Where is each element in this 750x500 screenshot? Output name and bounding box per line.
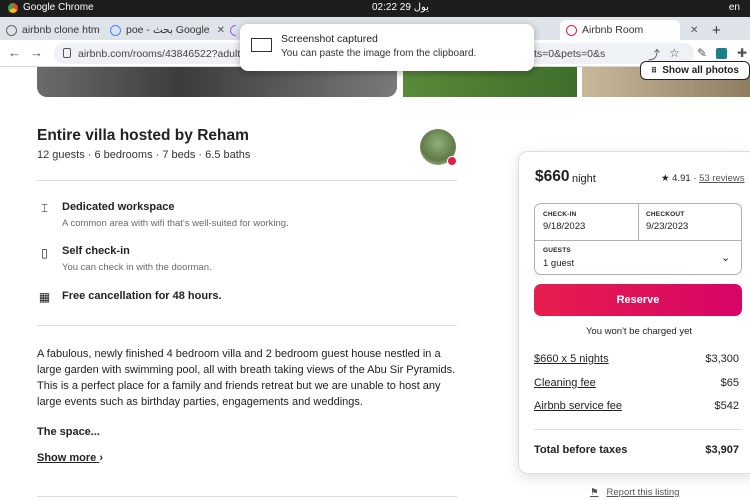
- reserve-button[interactable]: Reserve: [534, 284, 742, 316]
- divider: [37, 180, 457, 181]
- tab-close-active[interactable]: ✕: [682, 20, 700, 40]
- tab-poe[interactable]: [224, 20, 236, 40]
- checkin-label: CHECK-IN: [543, 211, 577, 218]
- listing-description: A fabulous, newly finished 4 bedroom vil…: [37, 346, 462, 410]
- notification-title: Screenshot captured: [281, 33, 378, 45]
- extension-icon[interactable]: [716, 48, 727, 59]
- desk-icon: ⌶: [40, 201, 49, 215]
- screenshot-notification: Screenshot captured You can paste the im…: [240, 24, 534, 71]
- cleaning-fee-link[interactable]: Cleaning fee: [534, 377, 596, 389]
- photo-2[interactable]: [403, 67, 577, 97]
- star-icon: ★: [661, 173, 670, 184]
- tab-label: poe - بحث Google: [126, 24, 210, 36]
- poe-icon: [230, 24, 236, 36]
- divider: [37, 496, 457, 497]
- grid-icon: ⠿: [651, 66, 658, 75]
- nightly-price: $660: [535, 168, 570, 185]
- host-avatar[interactable]: [420, 129, 457, 166]
- lock-icon: [63, 48, 71, 58]
- show-more-link[interactable]: Show more ›: [37, 452, 103, 464]
- service-fee-amount: $542: [714, 400, 739, 412]
- divider: [37, 325, 457, 326]
- report-label: Report this listing: [606, 487, 680, 498]
- checkout-value: 9/23/2023: [646, 221, 689, 232]
- star-icon[interactable]: ☆: [669, 46, 680, 60]
- airbnb-icon: [566, 24, 577, 36]
- report-listing-link[interactable]: ⚑ Report this listing: [590, 487, 679, 498]
- url-left: airbnb.com/rooms/43846522?adults=18: [78, 47, 264, 60]
- price-unit: night: [572, 173, 596, 185]
- pen-icon[interactable]: ✎: [697, 46, 707, 60]
- show-all-photos-button[interactable]: ⠿ Show all photos: [640, 61, 750, 80]
- nights-fee-amount: $3,300: [705, 353, 739, 365]
- show-all-photos-label: Show all photos: [662, 65, 739, 76]
- tab-label: Airbnb Room: [582, 24, 644, 36]
- checkin-field[interactable]: CHECK-IN 9/18/2023: [535, 204, 638, 240]
- total-label: Total before taxes: [534, 444, 628, 456]
- checkout-field[interactable]: CHECKOUT 9/23/2023: [639, 204, 742, 240]
- globe-icon: [6, 24, 17, 36]
- no-charge-note: You won't be charged yet: [585, 326, 693, 337]
- calendar-icon: ▦: [38, 289, 51, 304]
- door-icon: ▯: [41, 245, 48, 260]
- notification-message: You can paste the image from the clipboa…: [281, 48, 477, 59]
- listing-title: Entire villa hosted by Reham: [37, 127, 249, 144]
- amenity-desc-checkin: You can check in with the doorman.: [62, 262, 212, 273]
- screenshot-icon: [251, 38, 272, 52]
- clock: 02:22 29 يول: [372, 2, 429, 13]
- forward-arrow-icon[interactable]: →: [30, 45, 43, 60]
- active-app: Google Chrome: [8, 2, 94, 13]
- cleaning-fee-amount: $65: [720, 377, 739, 389]
- url-right: ts=0&pets=0&s: [534, 47, 606, 60]
- total-amount: $3,907: [705, 444, 739, 456]
- close-icon[interactable]: ✕: [217, 25, 224, 36]
- checkin-value: 9/18/2023: [543, 221, 586, 232]
- checkout-label: CHECKOUT: [646, 211, 685, 218]
- app-name: Google Chrome: [23, 2, 94, 13]
- amenity-title-cancellation: Free cancellation for 48 hours.: [62, 290, 222, 302]
- guests-field[interactable]: GUESTS 1 guest ⌄: [535, 241, 741, 276]
- chevron-down-icon: ⌄: [721, 252, 731, 264]
- tab-airbnb-room[interactable]: Airbnb Room: [560, 20, 680, 40]
- booking-card: $660 night ★ 4.91 · 53 reviews CHECK-IN …: [518, 151, 750, 474]
- tab-google-search[interactable]: poe - بحث Google ✕: [104, 20, 224, 40]
- tab-label: airbnb clone htm: [22, 24, 100, 36]
- back-arrow-icon[interactable]: ←: [8, 45, 21, 60]
- guests-label: GUESTS: [543, 247, 571, 254]
- chrome-icon: [8, 2, 18, 13]
- description-text: A fabulous, newly finished 4 bedroom vil…: [37, 348, 456, 408]
- amenity-desc-workspace: A common area with wifi that's well-suit…: [62, 218, 289, 229]
- close-icon[interactable]: ✕: [690, 25, 698, 36]
- new-tab-button[interactable]: +: [706, 20, 726, 40]
- amenity-title-checkin: Self check-in: [62, 245, 130, 257]
- guests-value: 1 guest: [543, 258, 575, 269]
- flag-icon: ⚑: [590, 487, 599, 498]
- date-guest-picker: CHECK-IN 9/18/2023 CHECKOUT 9/23/2023 GU…: [534, 203, 742, 275]
- tab-airbnb-clone[interactable]: airbnb clone htm ✕: [0, 20, 102, 40]
- amenity-title-workspace: Dedicated workspace: [62, 201, 175, 213]
- system-bar: Google Chrome 02:22 29 يول en: [0, 0, 750, 17]
- chevron-right-icon: ›: [99, 452, 104, 464]
- superhost-badge-icon: [447, 156, 457, 166]
- rating: ★ 4.91 · 53 reviews: [661, 173, 745, 184]
- rating-value: 4.91: [672, 173, 691, 184]
- the-space-heading: The space...: [37, 426, 100, 438]
- main-photo[interactable]: [37, 67, 397, 97]
- service-fee-link[interactable]: Airbnb service fee: [534, 400, 622, 412]
- listing-summary: 12 guests · 6 bedrooms · 7 beds · 6.5 ba…: [37, 149, 251, 161]
- nights-fee-link[interactable]: $660 x 5 nights: [534, 353, 609, 365]
- reviews-link[interactable]: 53 reviews: [699, 173, 744, 184]
- puzzle-icon[interactable]: ✚: [737, 46, 747, 60]
- divider: [534, 429, 742, 430]
- language-indicator[interactable]: en: [729, 2, 740, 13]
- google-icon: [110, 24, 121, 36]
- show-more-label: Show more: [37, 452, 97, 464]
